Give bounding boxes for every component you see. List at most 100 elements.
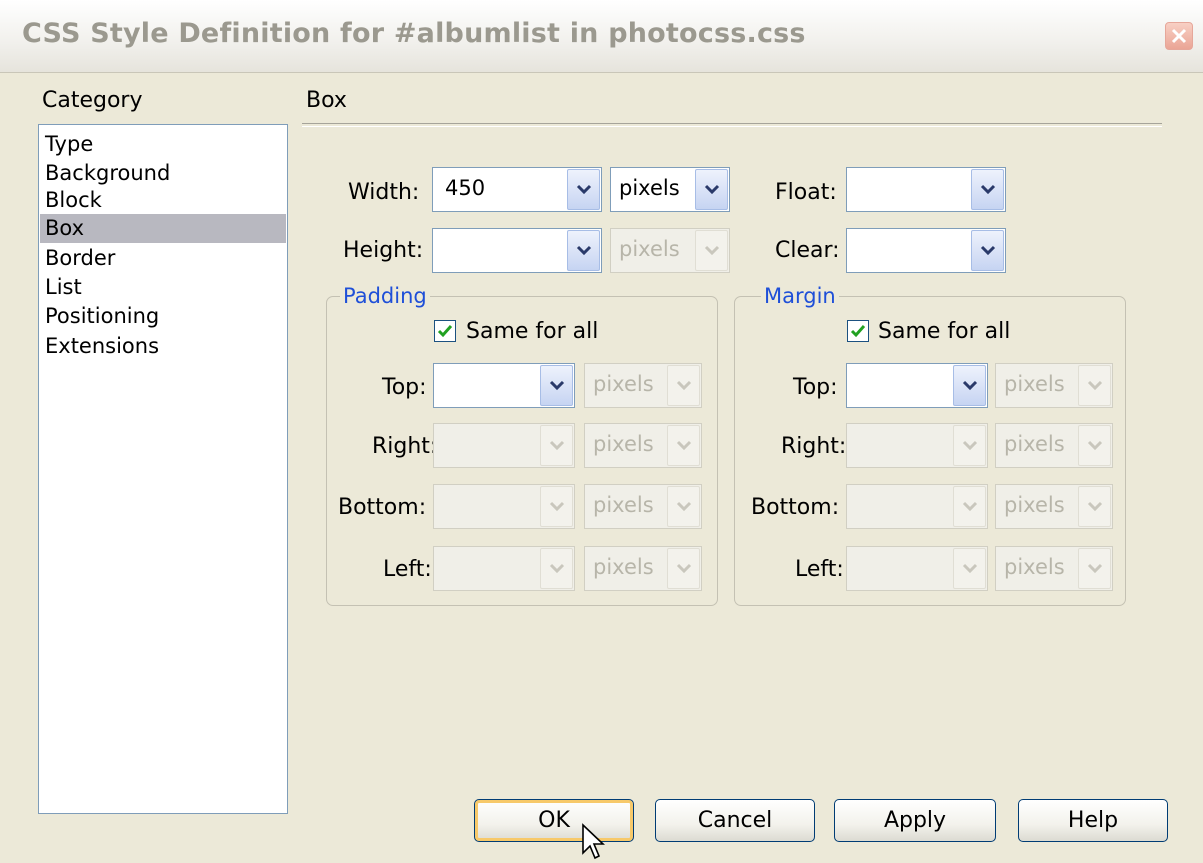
chevron-down-icon [1087, 563, 1103, 574]
height-unit-select: pixels [610, 228, 730, 273]
padding-top-unit-select: pixels [584, 363, 702, 408]
chevron-down-icon [549, 501, 565, 512]
section-title: Box [306, 88, 347, 113]
padding-top-combo[interactable] [433, 363, 575, 408]
chevron-down-icon [962, 563, 978, 574]
margin-top-dropdown-button[interactable] [953, 365, 986, 406]
clear-select[interactable] [846, 228, 1006, 273]
chevron-down-icon [962, 380, 978, 391]
padding-top-unit-dropdown [667, 365, 700, 406]
chevron-down-icon [676, 440, 692, 451]
padding-left-label: Left: [383, 557, 432, 582]
margin-left-unit: pixels [1004, 555, 1065, 579]
float-dropdown-button[interactable] [971, 169, 1004, 210]
height-label: Height: [343, 238, 424, 263]
chevron-down-icon [704, 184, 720, 195]
padding-bottom-unit-dropdown [667, 486, 700, 527]
clear-label: Clear: [775, 238, 840, 263]
checkmark-icon [850, 325, 866, 338]
margin-right-combo [846, 423, 988, 468]
margin-right-unit: pixels [1004, 432, 1065, 456]
title-bar[interactable]: CSS Style Definition for #albumlist in p… [0, 0, 1203, 73]
padding-left-dropdown-button [540, 548, 573, 589]
chevron-down-icon [676, 563, 692, 574]
padding-bottom-dropdown-button [540, 486, 573, 527]
close-button[interactable] [1165, 22, 1193, 50]
category-heading: Category [42, 88, 143, 113]
chevron-down-icon [1087, 501, 1103, 512]
padding-bottom-label: Bottom: [338, 495, 427, 520]
help-button[interactable]: Help [1018, 799, 1168, 842]
margin-right-label: Right: [781, 434, 847, 459]
margin-bottom-unit: pixels [1004, 493, 1065, 517]
width-unit-dropdown-button[interactable] [695, 169, 728, 210]
chevron-down-icon [576, 245, 592, 256]
category-list[interactable]: Type Background Block Box Border List Po… [38, 124, 288, 814]
chevron-down-icon [549, 563, 565, 574]
width-unit-select[interactable]: pixels [610, 167, 730, 212]
margin-left-dropdown-button [953, 548, 986, 589]
chevron-down-icon [962, 501, 978, 512]
padding-top-dropdown-button[interactable] [540, 365, 573, 406]
width-combo[interactable]: 450 [432, 167, 602, 212]
clear-dropdown-button[interactable] [971, 230, 1004, 271]
width-dropdown-button[interactable] [567, 169, 600, 210]
chevron-down-icon [980, 245, 996, 256]
width-unit-value: pixels [619, 176, 680, 200]
margin-bottom-unit-select: pixels [995, 484, 1113, 529]
padding-group-title: Padding [340, 284, 430, 308]
padding-right-unit-dropdown [667, 425, 700, 466]
category-item-positioning[interactable]: Positioning [40, 302, 286, 331]
apply-button[interactable]: Apply [834, 799, 996, 842]
close-icon [1171, 28, 1187, 44]
padding-right-unit: pixels [593, 432, 654, 456]
margin-bottom-dropdown-button [953, 486, 986, 527]
height-dropdown-button[interactable] [567, 230, 600, 271]
margin-left-unit-dropdown [1078, 548, 1111, 589]
category-item-border[interactable]: Border [40, 244, 286, 273]
margin-top-unit-dropdown [1078, 365, 1111, 406]
chevron-down-icon [676, 380, 692, 391]
ok-button[interactable]: OK [474, 799, 634, 842]
float-select[interactable] [846, 167, 1006, 212]
category-item-block[interactable]: Block [40, 186, 286, 215]
margin-same-checkbox[interactable] [847, 320, 869, 342]
category-item-list[interactable]: List [40, 273, 286, 302]
float-label: Float: [775, 180, 837, 205]
category-item-box[interactable]: Box [40, 214, 286, 243]
height-unit-dropdown-button [695, 230, 728, 271]
margin-left-label: Left: [795, 557, 844, 582]
padding-same-label: Same for all [466, 319, 599, 344]
margin-right-unit-dropdown [1078, 425, 1111, 466]
category-item-background[interactable]: Background [40, 159, 286, 188]
chevron-down-icon [676, 501, 692, 512]
chevron-down-icon [549, 440, 565, 451]
cancel-button[interactable]: Cancel [655, 799, 815, 842]
dialog-title: CSS Style Definition for #albumlist in p… [22, 18, 806, 49]
padding-left-unit-select: pixels [584, 546, 702, 591]
width-value: 450 [445, 176, 486, 200]
margin-top-combo[interactable] [846, 363, 988, 408]
margin-right-unit-select: pixels [995, 423, 1113, 468]
category-item-extensions[interactable]: Extensions [40, 332, 286, 361]
padding-bottom-unit-select: pixels [584, 484, 702, 529]
chevron-down-icon [576, 184, 592, 195]
height-unit-value: pixels [619, 237, 680, 261]
mouse-cursor-icon [582, 823, 606, 860]
padding-left-combo [433, 546, 575, 591]
margin-bottom-label: Bottom: [751, 495, 840, 520]
height-combo[interactable] [432, 228, 602, 273]
margin-top-unit: pixels [1004, 372, 1065, 396]
margin-top-unit-select: pixels [995, 363, 1113, 408]
width-label: Width: [348, 180, 420, 205]
padding-same-checkbox[interactable] [434, 320, 456, 342]
padding-bottom-combo [433, 484, 575, 529]
checkmark-icon [437, 325, 453, 338]
category-item-type[interactable]: Type [40, 130, 286, 159]
padding-left-unit: pixels [593, 555, 654, 579]
padding-left-unit-dropdown [667, 548, 700, 589]
margin-left-combo [846, 546, 988, 591]
padding-top-unit: pixels [593, 372, 654, 396]
chevron-down-icon [704, 245, 720, 256]
margin-same-label: Same for all [878, 319, 1011, 344]
